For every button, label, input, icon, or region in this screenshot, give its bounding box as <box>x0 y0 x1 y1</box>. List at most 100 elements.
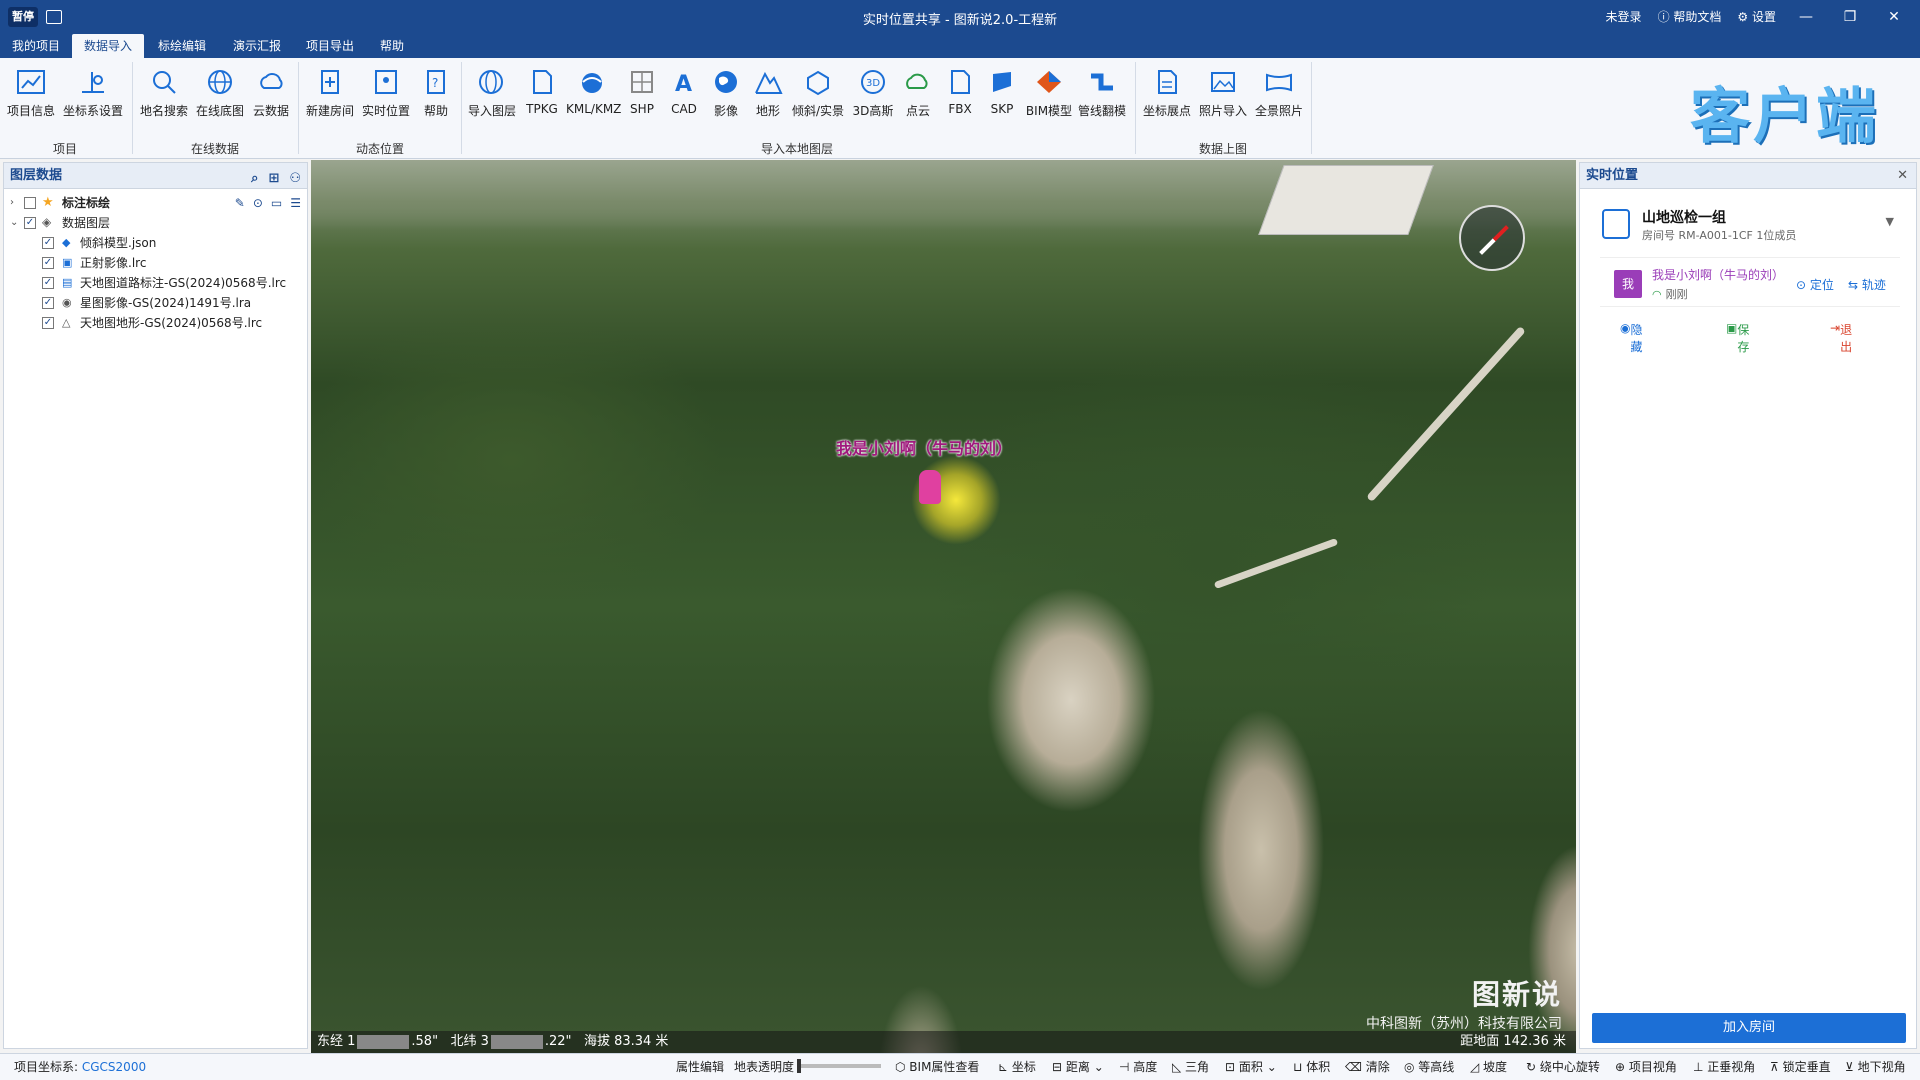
project-view-button[interactable]: ⊕ 项目视角 <box>1615 1054 1677 1080</box>
checkbox[interactable]: ✓ <box>42 297 54 309</box>
folder-icon[interactable]: ▭ <box>271 193 282 213</box>
orbit-button[interactable]: ↻ 绕中心旋转 <box>1526 1054 1600 1080</box>
slope-button[interactable]: ◿ 坡度 <box>1470 1054 1507 1080</box>
checkbox[interactable]: ✓ <box>42 317 54 329</box>
tree-row-layer[interactable]: ✓ ▤ 天地图道路标注-GS(2024)0568号.lrc <box>4 273 307 293</box>
import-layer-button[interactable]: 导入图层 <box>466 64 518 119</box>
login-link[interactable]: 未登录 <box>1606 8 1642 25</box>
contour-button[interactable]: ◎ 等高线 <box>1404 1054 1454 1080</box>
online-basemap-button[interactable]: 在线底图 <box>194 64 246 119</box>
add-folder-icon[interactable]: ⊞ <box>268 166 279 192</box>
volume-button[interactable]: ⊔ 体积 <box>1293 1054 1330 1080</box>
folder-icon[interactable] <box>46 10 62 24</box>
compass-icon[interactable] <box>1459 205 1525 271</box>
shp-label: SHP <box>630 102 654 116</box>
realtime-location-label: 实时位置 <box>361 104 410 118</box>
save-button[interactable]: ▣ 保存 <box>1726 321 1749 354</box>
triangle-button[interactable]: ◺ 三角 <box>1172 1054 1209 1080</box>
help-button[interactable]: ? 帮助 <box>416 64 456 119</box>
tree-row-layer[interactable]: ✓ △ 天地图地形-GS(2024)0568号.lrc <box>4 313 307 333</box>
photo-import-button[interactable]: 照片导入 <box>1197 64 1249 119</box>
imagery-button[interactable]: 影像 <box>706 64 746 119</box>
coordinate-button[interactable]: ⊾ 坐标 <box>998 1054 1036 1080</box>
checkbox[interactable]: ✓ <box>42 277 54 289</box>
close-icon[interactable]: ✕ <box>1897 163 1908 189</box>
tab-help[interactable]: 帮助 <box>368 34 416 58</box>
area-button[interactable]: ⊡ 面积 ⌄ <box>1225 1054 1277 1080</box>
map-viewport[interactable]: 我是小刘啊（牛马的刘） 图新说 中科图新（苏州）科技有限公司 东经 1 .58" … <box>311 160 1576 1053</box>
bim-attribute-button[interactable]: ⬡ BIM属性查看 <box>895 1054 979 1080</box>
tab-my-project[interactable]: 我的项目 <box>0 34 72 58</box>
list-icon[interactable]: ☰ <box>290 193 301 213</box>
close-icon[interactable]: ✕ <box>1880 9 1908 25</box>
restore-icon[interactable]: ❐ <box>1836 9 1864 25</box>
play-icon[interactable]: ⊙ <box>253 193 263 213</box>
search-icon[interactable]: ⌕ <box>251 166 258 192</box>
slider-thumb[interactable] <box>797 1059 801 1073</box>
tree-row-data-layers[interactable]: ⌄ ✓ ◈ 数据图层 <box>4 213 307 233</box>
group-label-dynamic: 动态位置 <box>355 142 404 156</box>
chevron-down-icon[interactable]: ▼ <box>1886 215 1894 228</box>
collapse-icon[interactable]: ⌄ <box>10 213 18 233</box>
skp-button[interactable]: SKP <box>982 64 1022 116</box>
project-info-button[interactable]: 项目信息 <box>6 64 56 119</box>
new-room-button[interactable]: 新建房间 <box>304 64 356 119</box>
expand-icon[interactable]: › <box>10 193 14 213</box>
tree-row-layer[interactable]: ✓ ▣ 正射影像.lrc <box>4 253 307 273</box>
shp-button[interactable]: SHP <box>622 64 662 116</box>
checkbox[interactable]: ✓ <box>42 257 54 269</box>
checkbox[interactable] <box>24 197 36 209</box>
tab-project-export[interactable]: 项目导出 <box>294 34 366 58</box>
kml-button[interactable]: KML/KMZ <box>566 64 621 116</box>
crs-settings-button[interactable]: 坐标系设置 <box>62 64 124 119</box>
app-logo[interactable]: 暂停 <box>8 7 38 27</box>
help-doc-link[interactable]: ⓘ 帮助文档 <box>1658 8 1722 25</box>
lock-vertical-button[interactable]: ⊼ 锁定垂直 <box>1770 1054 1831 1080</box>
tree-label: 数据图层 <box>62 216 111 230</box>
tab-presentation[interactable]: 演示汇报 <box>221 34 293 58</box>
surface-transparency-label: 地表透明度 <box>734 1060 795 1074</box>
tree-row-layer[interactable]: ✓ ◉ 星图影像-GS(2024)1491号.lra <box>4 293 307 313</box>
join-room-button[interactable]: 加入房间 <box>1592 1013 1906 1043</box>
pointcloud-button[interactable]: 点云 <box>898 64 938 119</box>
user-marker-icon[interactable] <box>919 470 941 504</box>
cloud-data-button[interactable]: 云数据 <box>250 64 292 119</box>
tab-plot-edit[interactable]: 标绘编辑 <box>146 34 218 58</box>
oblique-button[interactable]: 倾斜/实景 <box>790 64 846 119</box>
realtime-location-button[interactable]: 实时位置 <box>360 64 412 119</box>
tree-row-annotations[interactable]: › ★ 标注标绘 ✎ ⊙ ▭ ☰ <box>4 193 307 213</box>
distance-label: 距离 <box>1065 1060 1090 1074</box>
gaussian-button[interactable]: 3D 3D高斯 <box>850 64 896 119</box>
hide-button[interactable]: ◉ 隐藏 <box>1620 321 1643 354</box>
fbx-button[interactable]: FBX <box>940 64 980 116</box>
crs-value[interactable]: CGCS2000 <box>82 1060 146 1074</box>
checkbox[interactable]: ✓ <box>42 237 54 249</box>
coord-points-button[interactable]: 坐标展点 <box>1141 64 1193 119</box>
settings-link[interactable]: ⚙ 设置 <box>1737 8 1776 25</box>
locate-button[interactable]: ⊙ 定位 <box>1796 276 1834 293</box>
star-icon: ★ <box>42 195 54 210</box>
minimize-icon[interactable]: — <box>1792 9 1820 25</box>
exit-button[interactable]: ⇥ 退出 <box>1830 321 1852 354</box>
bim-button[interactable]: BIM模型 <box>1024 64 1074 119</box>
panorama-button[interactable]: 全景照片 <box>1253 64 1305 119</box>
height-button[interactable]: ⊣ 高度 <box>1119 1054 1157 1080</box>
place-search-button[interactable]: 地名搜索 <box>138 64 190 119</box>
clear-button[interactable]: ⌫ 清除 <box>1345 1054 1390 1080</box>
tree-row-layer[interactable]: ✓ ◆ 倾斜模型.json <box>4 233 307 253</box>
attribute-edit-button[interactable]: 属性编辑 <box>676 1054 724 1080</box>
user-icon[interactable]: ⚇ <box>289 166 301 192</box>
cad-button[interactable]: A CAD <box>664 64 704 116</box>
transparency-slider[interactable] <box>797 1059 881 1073</box>
track-button[interactable]: ⇆ 轨迹 <box>1848 276 1886 293</box>
pipeline-button[interactable]: 管线翻模 <box>1076 64 1128 119</box>
top-view-button[interactable]: ⊥ 正垂视角 <box>1693 1054 1755 1080</box>
tpkg-button[interactable]: TPKG <box>522 64 562 116</box>
tab-data-import[interactable]: 数据导入 <box>72 34 145 58</box>
client-brand: 客户端 <box>1690 82 1879 152</box>
edit-icon[interactable]: ✎ <box>235 193 245 213</box>
underground-view-button[interactable]: ⊻ 地下视角 <box>1845 1054 1906 1080</box>
checkbox[interactable]: ✓ <box>24 217 36 229</box>
distance-button[interactable]: ⊟ 距离 ⌄ <box>1052 1054 1104 1080</box>
terrain-button[interactable]: 地形 <box>748 64 788 119</box>
